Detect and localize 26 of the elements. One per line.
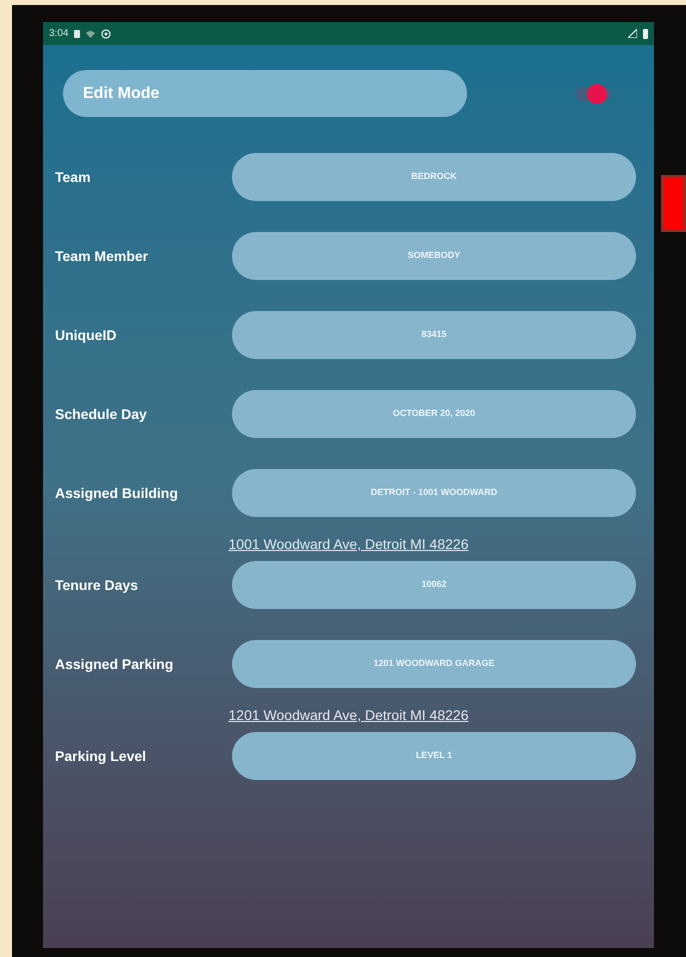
value-field[interactable]: SOMEBODY (232, 232, 636, 280)
value-field[interactable]: 83415 (232, 311, 636, 359)
value-field[interactable]: 10062 (232, 561, 636, 609)
status-time: 3:04 (49, 27, 68, 41)
signal-icon (628, 29, 637, 38)
edit-mode-toggle[interactable] (575, 86, 611, 100)
edit-mode-bar: Edit Mode (63, 70, 467, 117)
field-label: UniqueID (55, 326, 118, 344)
field-label: Assigned Parking (55, 656, 174, 672)
field-label: Team (55, 168, 92, 186)
wifi-icon (86, 30, 96, 38)
field-label: Team Member (55, 248, 150, 264)
value-field[interactable]: LEVEL 1 (232, 732, 636, 780)
field-label: Assigned Building (55, 484, 179, 502)
value-field[interactable]: BEDROCK (232, 153, 636, 201)
battery-icon (643, 28, 648, 38)
address-link[interactable]: 1001 Woodward Ave, Detroit MI 48226 (228, 535, 468, 553)
value-field[interactable]: DETROIT - 1001 WOODWARD (232, 469, 636, 517)
field-label: Parking Level (55, 748, 148, 764)
notification-icon (74, 30, 80, 38)
value-field[interactable]: 1201 WOODWARD GARAGE (232, 640, 636, 688)
value-field[interactable]: OCTOBER 20, 2020 (232, 390, 636, 438)
field-label: Tenure Days (55, 576, 139, 594)
field-label: Schedule Day (55, 406, 148, 422)
address-link[interactable]: 1201 Woodward Ave, Detroit MI 48226 (228, 706, 468, 724)
annotation-marker (661, 175, 686, 232)
